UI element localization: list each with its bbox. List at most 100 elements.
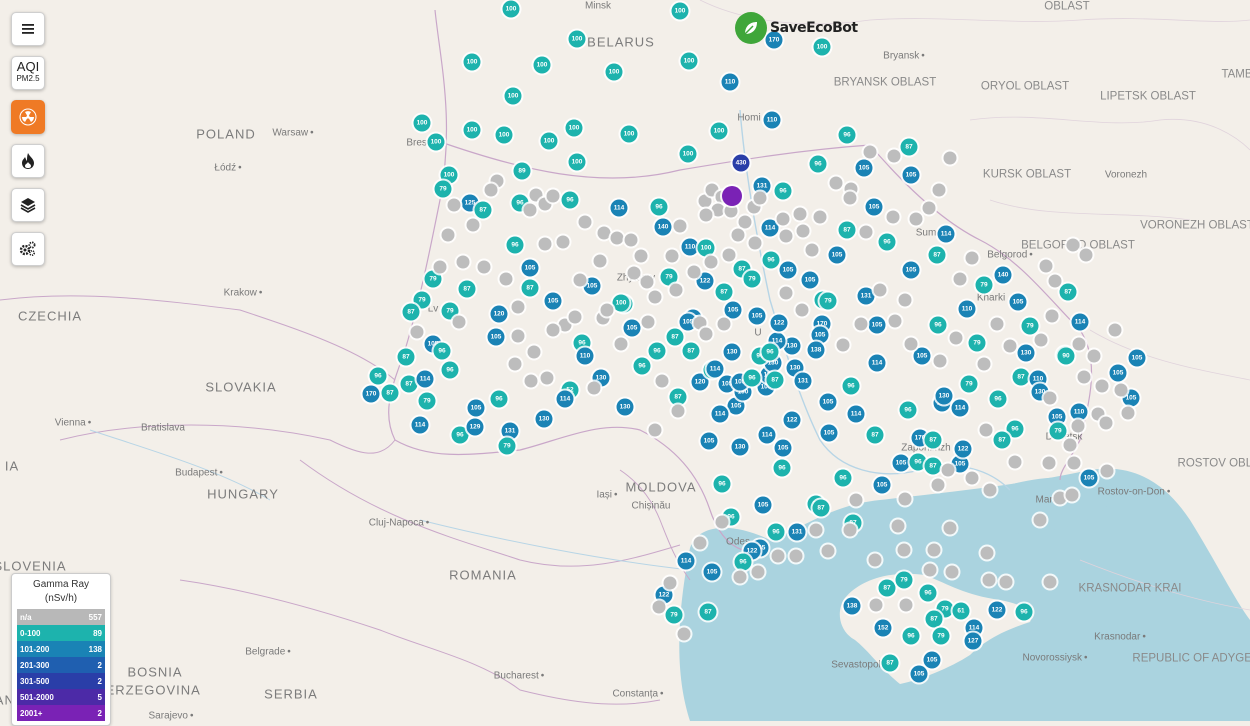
sensor-marker[interactable]: 114: [411, 416, 429, 434]
sensor-marker-na[interactable]: [753, 191, 767, 205]
sensor-marker-na[interactable]: [983, 483, 997, 497]
sensor-marker[interactable]: 105: [774, 439, 792, 457]
sensor-marker[interactable]: 96: [762, 251, 780, 269]
sensor-marker[interactable]: 105: [902, 166, 920, 184]
sensor-marker-na[interactable]: [733, 570, 747, 584]
sensor-marker-na[interactable]: [738, 215, 752, 229]
sensor-marker[interactable]: 105: [724, 301, 742, 319]
sensor-marker-na[interactable]: [1066, 238, 1080, 252]
sensor-marker[interactable]: 105: [892, 454, 910, 472]
sensor-marker-na[interactable]: [1042, 456, 1056, 470]
sensor-marker[interactable]: 110: [763, 111, 781, 129]
sensor-marker[interactable]: 96: [878, 233, 896, 251]
sensor-marker-na[interactable]: [869, 598, 883, 612]
sensor-marker-na[interactable]: [1121, 406, 1135, 420]
sensor-marker-na[interactable]: [663, 576, 677, 590]
sensor-marker-na[interactable]: [888, 314, 902, 328]
sensor-marker[interactable]: 96: [767, 523, 785, 541]
sensor-marker[interactable]: 100: [504, 87, 522, 105]
sensor-marker-na[interactable]: [982, 573, 996, 587]
sensor-marker-na[interactable]: [433, 260, 447, 274]
sensor-marker[interactable]: 105: [910, 665, 928, 683]
sensor-marker[interactable]: 105: [828, 246, 846, 264]
sensor-marker[interactable]: 79: [960, 375, 978, 393]
sensor-marker-na[interactable]: [731, 228, 745, 242]
sensor-marker[interactable]: 152: [874, 619, 892, 637]
sensor-marker[interactable]: 79: [434, 180, 452, 198]
saveecobot-logo[interactable]: SaveEcoBot: [735, 12, 858, 44]
sensor-marker-na[interactable]: [1003, 339, 1017, 353]
sensor-marker-na[interactable]: [836, 338, 850, 352]
sensor-marker-na[interactable]: [922, 201, 936, 215]
sensor-marker[interactable]: 100: [671, 2, 689, 20]
sensor-marker[interactable]: 105: [819, 393, 837, 411]
sensor-marker-na[interactable]: [932, 183, 946, 197]
sensor-marker[interactable]: 100: [680, 52, 698, 70]
sensor-marker[interactable]: 96: [441, 361, 459, 379]
sensor-marker[interactable]: 105: [868, 316, 886, 334]
sensor-marker-na[interactable]: [771, 549, 785, 563]
sensor-marker-na[interactable]: [843, 523, 857, 537]
sensor-marker-na[interactable]: [873, 283, 887, 297]
sensor-marker[interactable]: 96: [773, 459, 791, 477]
sensor-marker[interactable]: 105: [873, 476, 891, 494]
sensor-marker-na[interactable]: [1039, 259, 1053, 273]
sensor-marker-na[interactable]: [868, 553, 882, 567]
sensor-marker[interactable]: 96: [842, 377, 860, 395]
sensor-marker[interactable]: 87: [993, 431, 1011, 449]
sensor-marker-na[interactable]: [1048, 274, 1062, 288]
sensor-marker-na[interactable]: [578, 215, 592, 229]
sensor-marker-na[interactable]: [813, 210, 827, 224]
sensor-marker-na[interactable]: [627, 266, 641, 280]
sensor-marker-na[interactable]: [779, 286, 793, 300]
sensor-marker-na[interactable]: [923, 563, 937, 577]
sensor-marker-na[interactable]: [891, 519, 905, 533]
sensor-marker[interactable]: 129: [466, 418, 484, 436]
sensor-marker-na[interactable]: [795, 303, 809, 317]
sensor-marker[interactable]: 105: [487, 328, 505, 346]
sensor-marker-na[interactable]: [724, 204, 738, 218]
sensor-marker[interactable]: 100: [620, 125, 638, 143]
sensor-marker-na[interactable]: [699, 327, 713, 341]
sensor-marker[interactable]: 100: [427, 133, 445, 151]
sensor-marker[interactable]: 79: [1021, 317, 1039, 335]
sensor-marker[interactable]: 87: [715, 283, 733, 301]
sensor-marker-na[interactable]: [980, 546, 994, 560]
settings-button[interactable]: [11, 232, 45, 266]
sensor-marker[interactable]: 96: [919, 584, 937, 602]
sensor-marker[interactable]: 96: [713, 475, 731, 493]
sensor-marker-na[interactable]: [614, 337, 628, 351]
sensor-marker-na[interactable]: [949, 331, 963, 345]
sensor-marker[interactable]: 96: [633, 357, 651, 375]
sensor-marker-na[interactable]: [1033, 513, 1047, 527]
sensor-marker[interactable]: 105: [865, 198, 883, 216]
sensor-marker-na[interactable]: [776, 212, 790, 226]
sensor-marker[interactable]: 105: [623, 319, 641, 337]
sensor-marker[interactable]: 89: [513, 162, 531, 180]
sensor-marker-na[interactable]: [665, 249, 679, 263]
layers-button[interactable]: [11, 188, 45, 222]
sensor-marker-na[interactable]: [1095, 379, 1109, 393]
sensor-marker-na[interactable]: [1065, 488, 1079, 502]
sensor-marker-na[interactable]: [523, 203, 537, 217]
sensor-marker-na[interactable]: [897, 543, 911, 557]
sensor-marker-na[interactable]: [441, 228, 455, 242]
sensor-marker[interactable]: 105: [754, 496, 772, 514]
sensor-marker-na[interactable]: [1071, 419, 1085, 433]
sensor-marker[interactable]: 105: [521, 259, 539, 277]
sensor-marker[interactable]: 110: [681, 238, 699, 256]
sensor-marker[interactable]: 114: [761, 219, 779, 237]
sensor-marker[interactable]: 105: [467, 399, 485, 417]
sensor-marker-na[interactable]: [945, 565, 959, 579]
sensor-marker[interactable]: 96: [648, 342, 666, 360]
sensor-marker-na[interactable]: [699, 208, 713, 222]
sensor-marker-na[interactable]: [717, 317, 731, 331]
sensor-marker[interactable]: 87: [924, 431, 942, 449]
sensor-marker-na[interactable]: [843, 191, 857, 205]
sensor-marker[interactable]: 96: [834, 469, 852, 487]
radiation-layer-button[interactable]: [11, 100, 45, 134]
sensor-marker-na[interactable]: [508, 357, 522, 371]
sensor-marker-na[interactable]: [556, 235, 570, 249]
sensor-marker-na[interactable]: [693, 536, 707, 550]
sensor-marker[interactable]: 96: [734, 553, 752, 571]
